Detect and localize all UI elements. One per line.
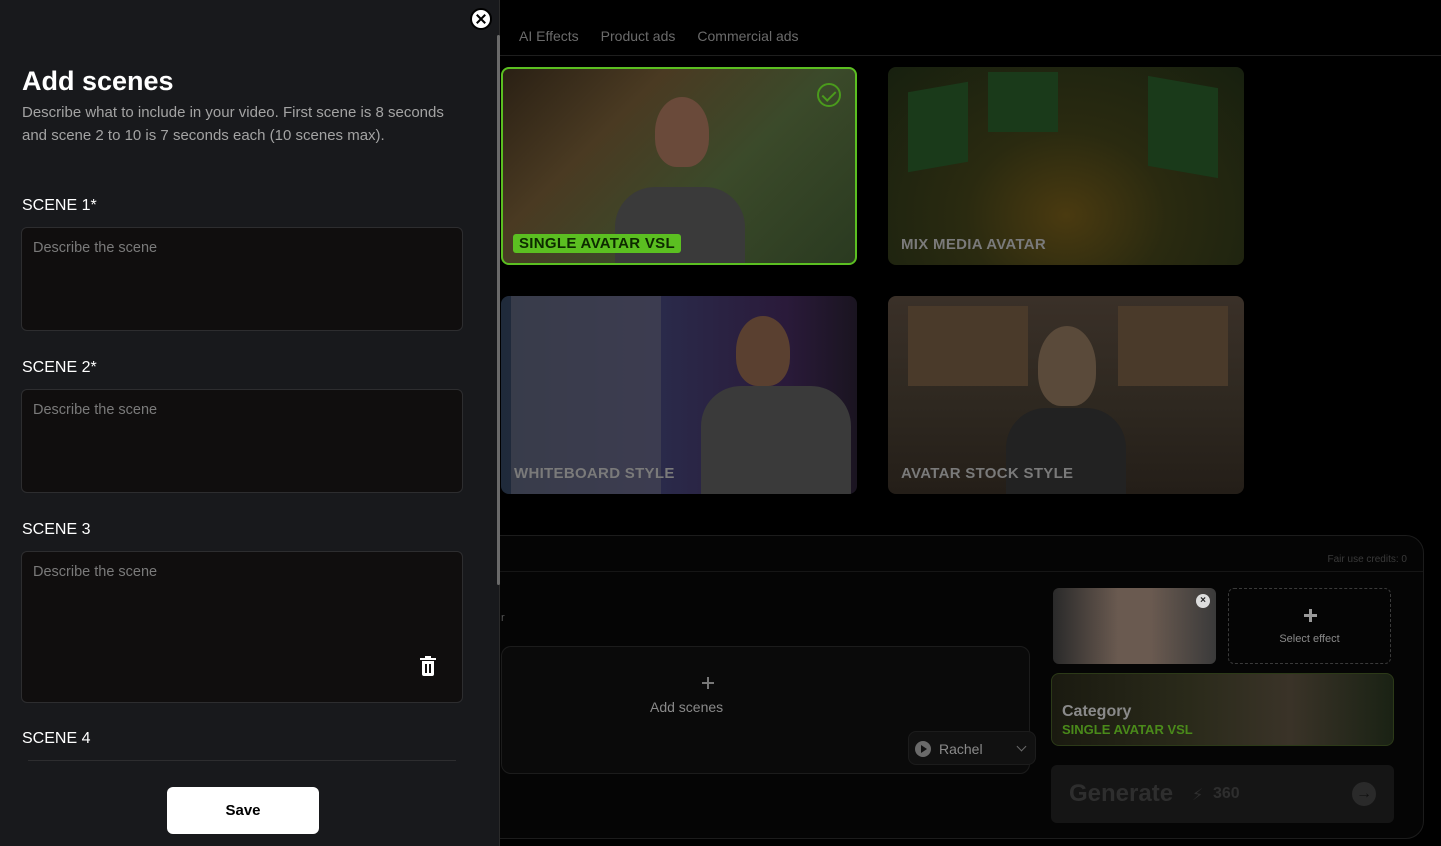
remove-effect-icon[interactable]: × <box>1196 594 1210 608</box>
play-icon[interactable] <box>915 741 931 757</box>
drawer-title: Add scenes <box>22 66 174 96</box>
chevron-down-icon <box>1016 741 1027 752</box>
add-scenes-label: Add scenes <box>650 699 724 715</box>
card-label: WHITEBOARD STYLE <box>514 465 675 482</box>
add-scenes-area[interactable]: Add scenes Rachel <box>501 646 1036 774</box>
generate-cost: 360 <box>1213 785 1240 802</box>
effect-thumbnail[interactable]: × <box>1053 588 1216 664</box>
tabs-divider <box>500 55 1441 56</box>
scene-1-label: SCENE 1* <box>22 197 97 214</box>
scene-4-field-edge <box>28 760 456 761</box>
scene-1-input[interactable] <box>22 228 462 330</box>
drawer-scrollbar[interactable] <box>497 35 500 585</box>
category-value: SINGLE AVATAR VSL <box>1062 722 1193 737</box>
scene-2-input[interactable] <box>22 390 462 492</box>
plus-icon <box>702 677 714 689</box>
voice-select[interactable]: Rachel <box>908 731 1036 765</box>
generator-panel: Fair use credits: 0 r Add scenes Rachel … <box>480 535 1424 839</box>
scene-4-label: SCENE 4 <box>22 730 91 747</box>
scene-3-input[interactable] <box>22 552 462 702</box>
select-effect-button[interactable]: Select effect <box>1228 588 1391 664</box>
add-scenes-drawer: Add scenes Describe what to include in y… <box>0 0 500 846</box>
scene-2-field-wrapper <box>21 389 463 493</box>
bolt-icon: ⚡ <box>1192 787 1204 804</box>
drawer-description: Describe what to include in your video. … <box>22 104 444 144</box>
close-drawer-icon[interactable] <box>470 8 492 30</box>
card-label: MIX MEDIA AVATAR <box>901 236 1047 253</box>
card-label: SINGLE AVATAR VSL <box>513 234 681 253</box>
card-label: AVATAR STOCK STYLE <box>901 465 1074 482</box>
style-card-avatar-stock-style[interactable]: AVATAR STOCK STYLE <box>888 296 1244 494</box>
scene-3-label: SCENE 3 <box>22 521 91 538</box>
tab-ai-effects[interactable]: AI Effects <box>519 28 579 44</box>
arrow-right-icon: → <box>1352 782 1376 806</box>
category-card[interactable]: Category SINGLE AVATAR VSL <box>1051 673 1394 746</box>
style-card-single-avatar-vsl[interactable]: SINGLE AVATAR VSL <box>501 67 857 265</box>
voice-name: Rachel <box>939 741 983 757</box>
scene-1-field-wrapper <box>21 227 463 331</box>
style-card-mix-media-avatar[interactable]: MIX MEDIA AVATAR <box>888 67 1244 265</box>
fair-use-credits: Fair use credits: 0 <box>1327 554 1407 565</box>
save-button[interactable]: Save <box>167 787 319 834</box>
plus-icon <box>1304 609 1317 622</box>
scene-2-label: SCENE 2* <box>22 359 97 376</box>
category-tabs: s AI Effects Product ads Commercial ads <box>490 28 799 44</box>
partial-label: r <box>501 612 505 624</box>
select-effect-label: Select effect <box>1279 633 1340 645</box>
selected-check-icon <box>817 83 841 107</box>
tab-commercial-ads[interactable]: Commercial ads <box>697 28 798 44</box>
generate-button[interactable]: Generate ⚡ 360 → <box>1051 765 1394 823</box>
style-card-whiteboard-style[interactable]: WHITEBOARD STYLE <box>501 296 857 494</box>
scene-3-field-wrapper <box>21 551 463 703</box>
tab-product-ads[interactable]: Product ads <box>601 28 676 44</box>
generate-label: Generate <box>1069 780 1174 807</box>
delete-scene-trash-icon[interactable] <box>420 656 436 676</box>
category-label: Category <box>1062 703 1132 720</box>
